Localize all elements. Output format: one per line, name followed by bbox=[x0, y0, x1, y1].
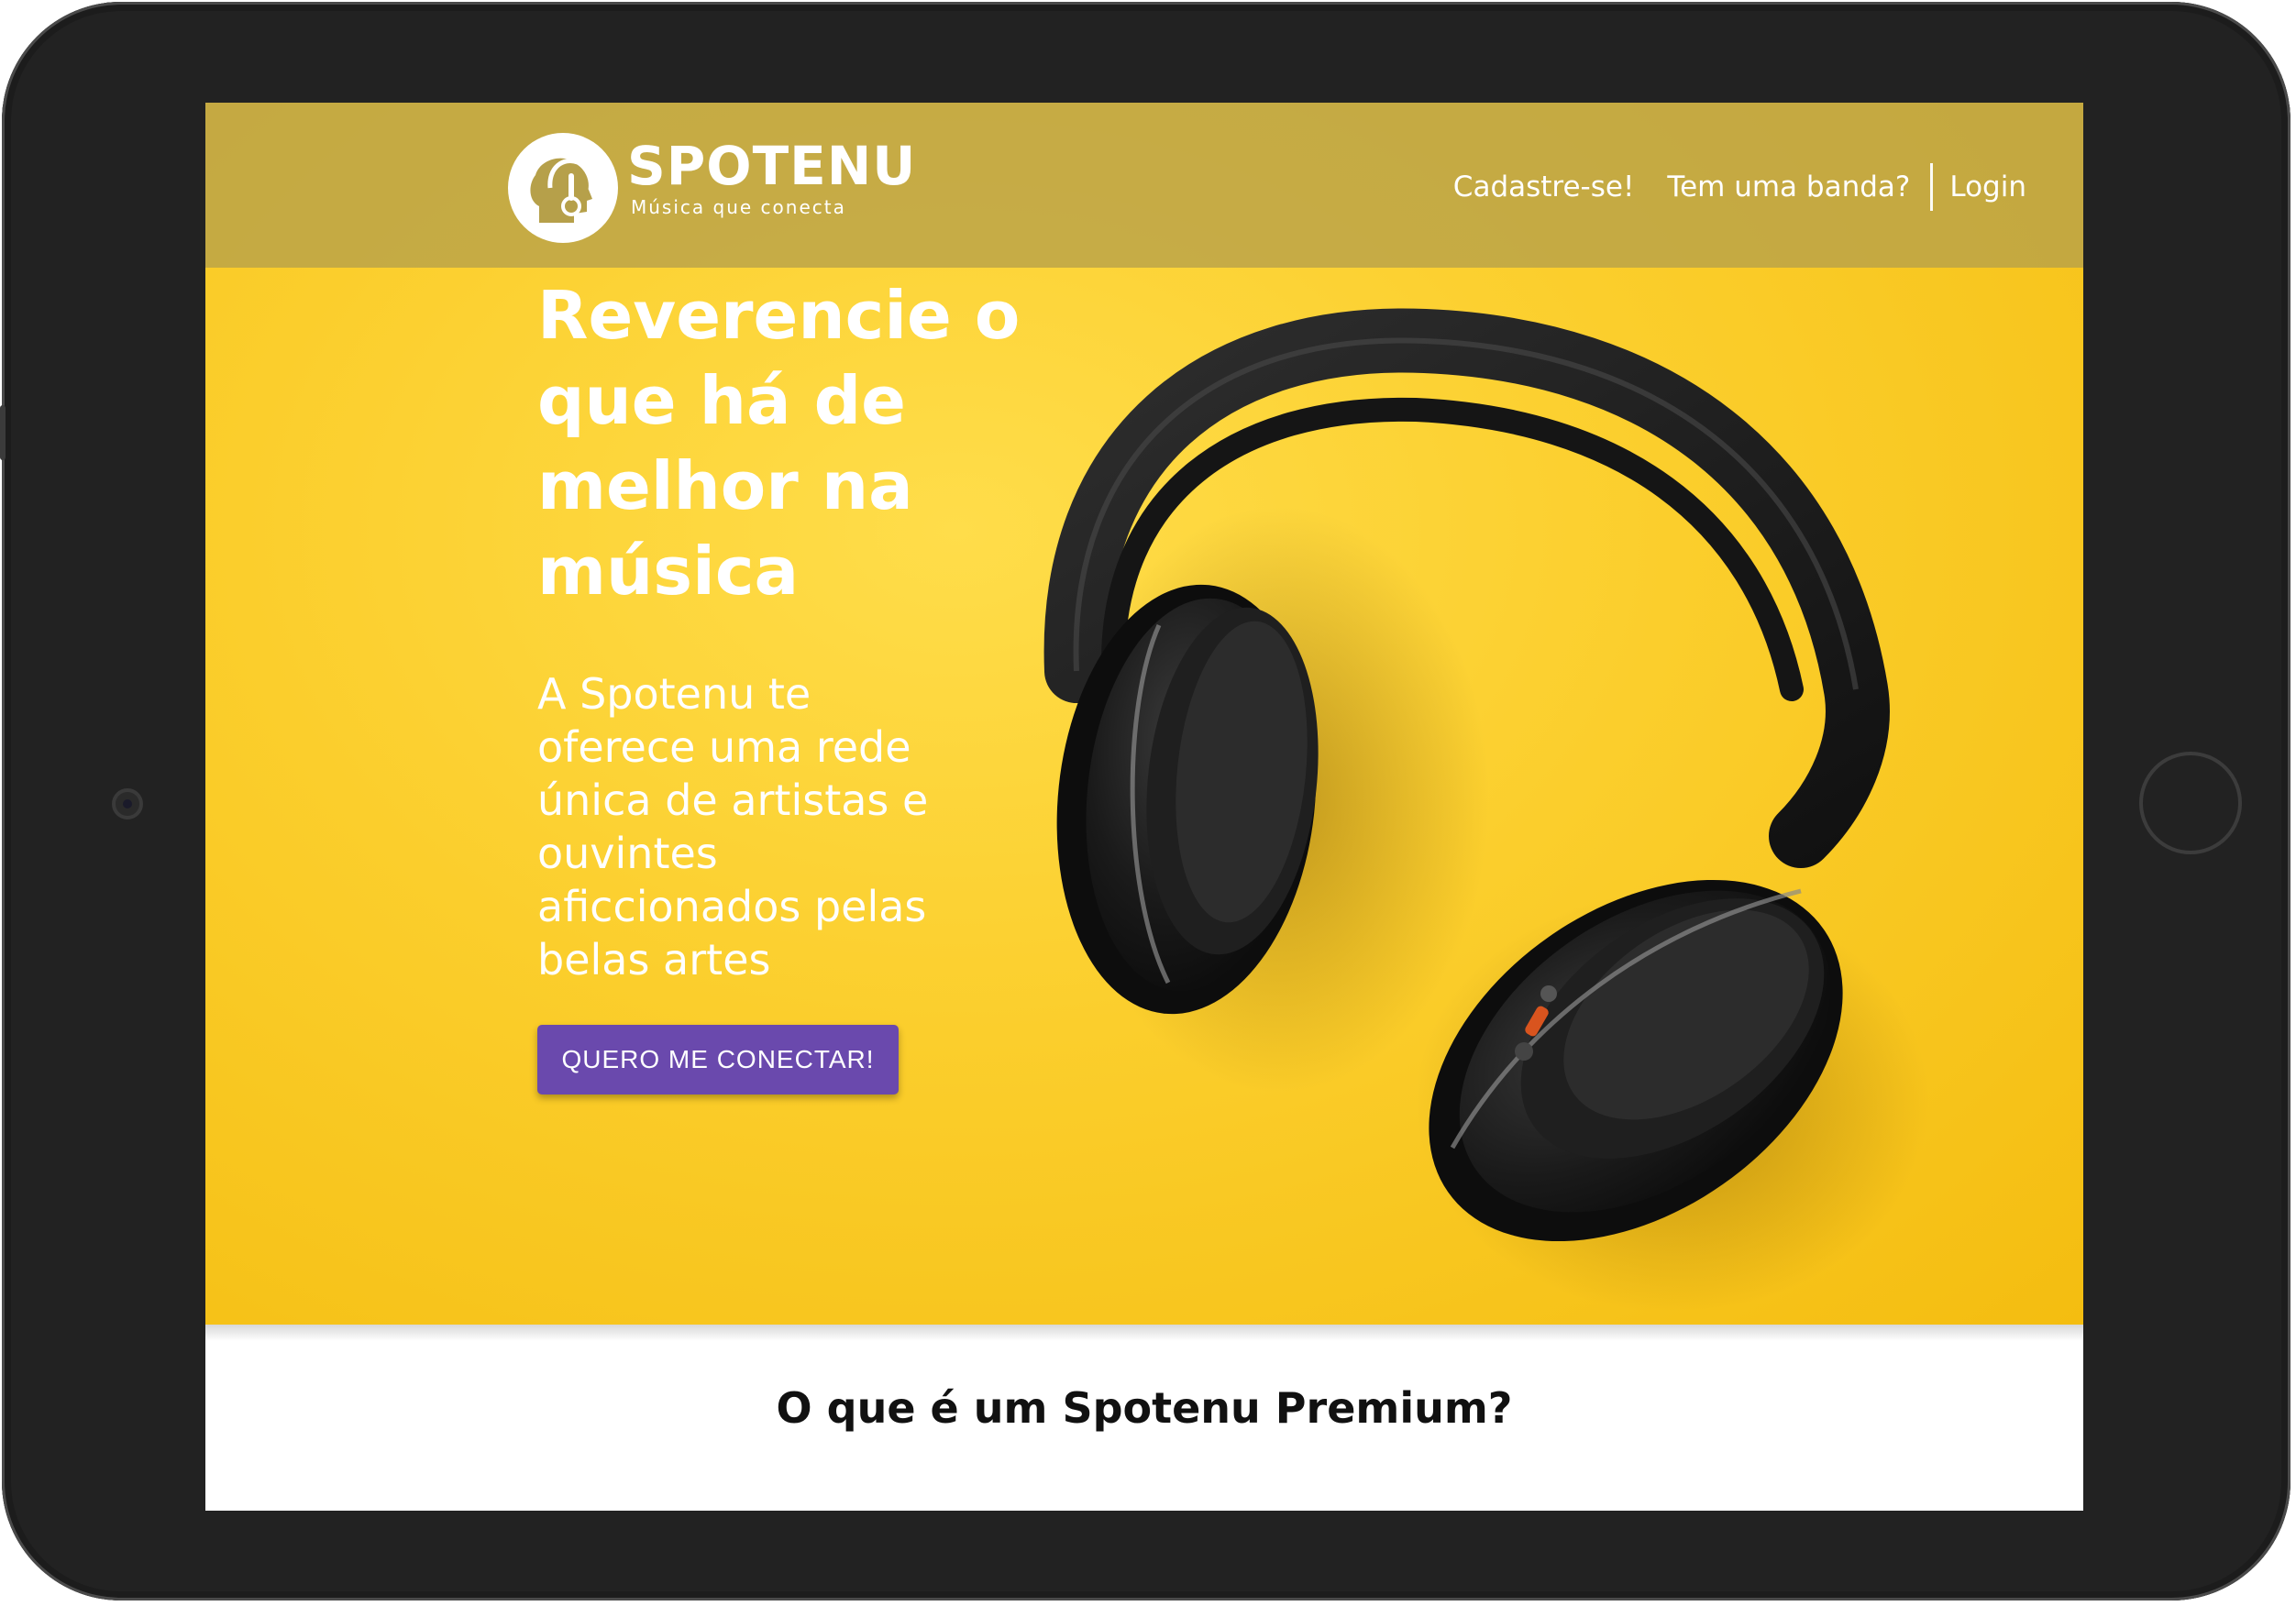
volume-button bbox=[0, 405, 6, 460]
brand-tagline: Música que conecta bbox=[631, 196, 846, 218]
top-nav: Cadastre-se! Tem uma banda? Login bbox=[1437, 161, 2043, 213]
premium-section-title: O que é um Spotenu Premium? bbox=[776, 1383, 1513, 1433]
hero-subtext: A Spotenu te oferece uma rede única de a… bbox=[537, 669, 929, 984]
connect-cta-button[interactable]: QUERO ME CONECTAR! bbox=[537, 1025, 899, 1094]
head-with-headphones-icon bbox=[530, 158, 593, 223]
hero-bottom-shadow bbox=[205, 1325, 2083, 1341]
screen: SPOTENU Música que conecta Cadastre-se! … bbox=[205, 103, 2083, 1511]
login-link[interactable]: Login bbox=[1933, 170, 2043, 204]
hero-headline: Reverencie o que há de melhor na música bbox=[537, 277, 1021, 610]
headphones-image bbox=[1043, 308, 1929, 1313]
home-button[interactable] bbox=[2139, 752, 2242, 854]
front-camera bbox=[112, 788, 143, 820]
header: SPOTENU Música que conecta Cadastre-se! … bbox=[205, 103, 2083, 268]
brand-name[interactable]: SPOTENU bbox=[627, 139, 916, 192]
logo[interactable] bbox=[508, 133, 618, 243]
hero-section: SPOTENU Música que conecta Cadastre-se! … bbox=[205, 103, 2083, 1325]
signup-link[interactable]: Cadastre-se! bbox=[1437, 170, 1651, 204]
band-link[interactable]: Tem uma banda? bbox=[1650, 170, 1926, 204]
nav-divider bbox=[1930, 163, 1934, 211]
